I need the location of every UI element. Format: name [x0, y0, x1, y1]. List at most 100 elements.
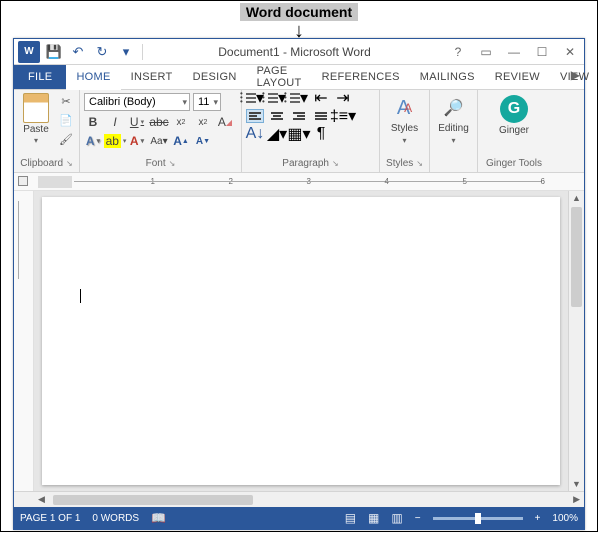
- status-words[interactable]: 0 WORDS: [92, 513, 139, 524]
- qat-customize-button[interactable]: ▾: [116, 42, 136, 62]
- bold-button[interactable]: B: [84, 114, 102, 130]
- sort-button[interactable]: A↓: [246, 127, 264, 141]
- word-window: W 💾 ↶ ↻ ▾ Document1 - Microsoft Word ? ▭…: [13, 38, 585, 530]
- show-hide-button[interactable]: ¶: [312, 127, 330, 141]
- grow-font-button[interactable]: A▲: [172, 133, 190, 149]
- clear-formatting-button[interactable]: A◢: [216, 114, 234, 130]
- ginger-icon: G: [500, 95, 528, 123]
- zoom-slider-knob[interactable]: [475, 513, 481, 524]
- zoom-level[interactable]: 100%: [552, 513, 578, 524]
- ribbon-tabs: FILE HOME INSERT DESIGN PAGE LAYOUT REFE…: [14, 65, 584, 89]
- tab-home[interactable]: HOME: [66, 65, 120, 89]
- underline-button[interactable]: U: [128, 114, 146, 130]
- maximize-button[interactable]: ☐: [528, 39, 556, 65]
- styles-dropdown-icon: ▾: [402, 136, 406, 145]
- group-label-styles: Styles↘: [380, 157, 429, 172]
- scroll-left-icon[interactable]: ◀: [34, 494, 49, 505]
- document-page[interactable]: [42, 197, 560, 485]
- cut-button[interactable]: ✂: [57, 93, 75, 109]
- tab-selector-icon[interactable]: [18, 176, 28, 186]
- change-case-button[interactable]: Aa▾: [150, 133, 168, 149]
- word-logo-icon: W: [18, 41, 40, 63]
- qat-redo-button[interactable]: ↻: [92, 42, 112, 62]
- highlight-button[interactable]: ab: [106, 133, 124, 149]
- group-font: Calibri (Body) 11 B I U abc x2 x2 A◢ A: [80, 90, 242, 172]
- minimize-button[interactable]: —: [500, 39, 528, 65]
- tabs-scroll-right-icon[interactable]: ▶: [571, 68, 580, 82]
- view-read-mode-button[interactable]: ▤: [345, 511, 356, 525]
- group-label-font: Font↘: [80, 157, 241, 172]
- scroll-right-icon[interactable]: ▶: [569, 494, 584, 505]
- align-center-button[interactable]: [268, 109, 286, 123]
- font-size-combo[interactable]: 11: [193, 93, 221, 111]
- horizontal-ruler[interactable]: [14, 173, 584, 191]
- decrease-indent-button[interactable]: ⇤: [312, 91, 330, 105]
- tab-mailings[interactable]: MAILINGS: [410, 65, 485, 89]
- ginger-button[interactable]: G Ginger: [495, 93, 533, 136]
- qat-undo-button[interactable]: ↶: [68, 42, 88, 62]
- view-web-layout-button[interactable]: ▥: [391, 511, 402, 525]
- ribbon-display-button[interactable]: ▭: [472, 39, 500, 65]
- copy-button[interactable]: 📄: [57, 112, 75, 128]
- styles-button-label: Styles: [391, 123, 418, 134]
- paste-button[interactable]: Paste ▾: [18, 93, 54, 145]
- format-painter-button[interactable]: 🖌: [57, 131, 75, 147]
- font-launcher-icon[interactable]: ↘: [169, 159, 176, 168]
- justify-button[interactable]: [312, 109, 330, 123]
- group-styles: AA Styles ▾ Styles↘: [380, 90, 430, 172]
- group-label-paragraph: Paragraph↘: [242, 157, 379, 172]
- shading-button[interactable]: ◢▾: [268, 127, 286, 141]
- scroll-up-icon[interactable]: ▲: [569, 193, 584, 203]
- view-print-layout-button[interactable]: ▦: [368, 511, 379, 525]
- group-label-editing: [430, 157, 477, 172]
- zoom-slider[interactable]: [433, 517, 523, 520]
- align-left-button[interactable]: [246, 109, 264, 123]
- zoom-in-button[interactable]: +: [535, 513, 541, 524]
- annotation-arrow-icon: ↓: [1, 24, 597, 38]
- group-ginger: G Ginger Ginger Tools: [478, 90, 550, 172]
- shrink-font-button[interactable]: A▼: [194, 133, 212, 149]
- scroll-thumb-vertical[interactable]: [571, 207, 582, 307]
- ribbon: Paste ▾ ✂ 📄 🖌 Clipboard↘ Calibri (Body): [14, 89, 584, 173]
- styles-button[interactable]: AA Styles ▾: [387, 93, 423, 145]
- strikethrough-button[interactable]: abc: [150, 114, 168, 130]
- styles-icon: AA: [391, 95, 419, 121]
- title-bar: W 💾 ↶ ↻ ▾ Document1 - Microsoft Word ? ▭…: [14, 39, 584, 65]
- horizontal-scrollbar[interactable]: ◀ ▶: [14, 491, 584, 507]
- tab-design[interactable]: DESIGN: [183, 65, 247, 89]
- styles-launcher-icon[interactable]: ↘: [416, 159, 423, 168]
- tab-page-layout[interactable]: PAGE LAYOUT: [247, 65, 312, 89]
- italic-button[interactable]: I: [106, 114, 124, 130]
- scroll-thumb-horizontal[interactable]: [53, 495, 253, 505]
- align-right-button[interactable]: [290, 109, 308, 123]
- close-button[interactable]: ✕: [556, 39, 584, 65]
- font-name-combo[interactable]: Calibri (Body): [84, 93, 190, 111]
- status-proofing-icon[interactable]: 📖: [151, 511, 166, 525]
- line-spacing-button[interactable]: ‡≡▾: [334, 109, 352, 123]
- clipboard-launcher-icon[interactable]: ↘: [66, 159, 73, 168]
- help-button[interactable]: ?: [444, 39, 472, 65]
- subscript-button[interactable]: x2: [172, 114, 190, 130]
- paragraph-launcher-icon[interactable]: ↘: [332, 159, 339, 168]
- status-page[interactable]: PAGE 1 OF 1: [20, 513, 80, 524]
- vertical-scrollbar[interactable]: ▲ ▼: [568, 191, 584, 491]
- qat-save-button[interactable]: 💾: [44, 42, 64, 62]
- superscript-button[interactable]: x2: [194, 114, 212, 130]
- tab-file[interactable]: FILE: [14, 65, 66, 89]
- font-color-button[interactable]: A: [128, 133, 146, 149]
- tab-references[interactable]: REFERENCES: [312, 65, 410, 89]
- text-effects-button[interactable]: A: [84, 133, 102, 149]
- ginger-button-label: Ginger: [499, 125, 529, 136]
- zoom-out-button[interactable]: −: [415, 513, 421, 524]
- qat-separator: [142, 44, 143, 60]
- borders-button[interactable]: ▦▾: [290, 127, 308, 141]
- scroll-down-icon[interactable]: ▼: [569, 479, 584, 489]
- status-bar: PAGE 1 OF 1 0 WORDS 📖 ▤ ▦ ▥ − + 100%: [14, 507, 584, 529]
- editing-button[interactable]: 🔎 Editing ▾: [434, 93, 473, 145]
- tab-insert[interactable]: INSERT: [121, 65, 183, 89]
- vertical-ruler[interactable]: [14, 191, 34, 491]
- multilevel-list-button[interactable]: ▾: [290, 91, 308, 105]
- annotation-label: Word document: [240, 3, 358, 21]
- tab-review[interactable]: REVIEW: [485, 65, 550, 89]
- increase-indent-button[interactable]: ⇥: [334, 91, 352, 105]
